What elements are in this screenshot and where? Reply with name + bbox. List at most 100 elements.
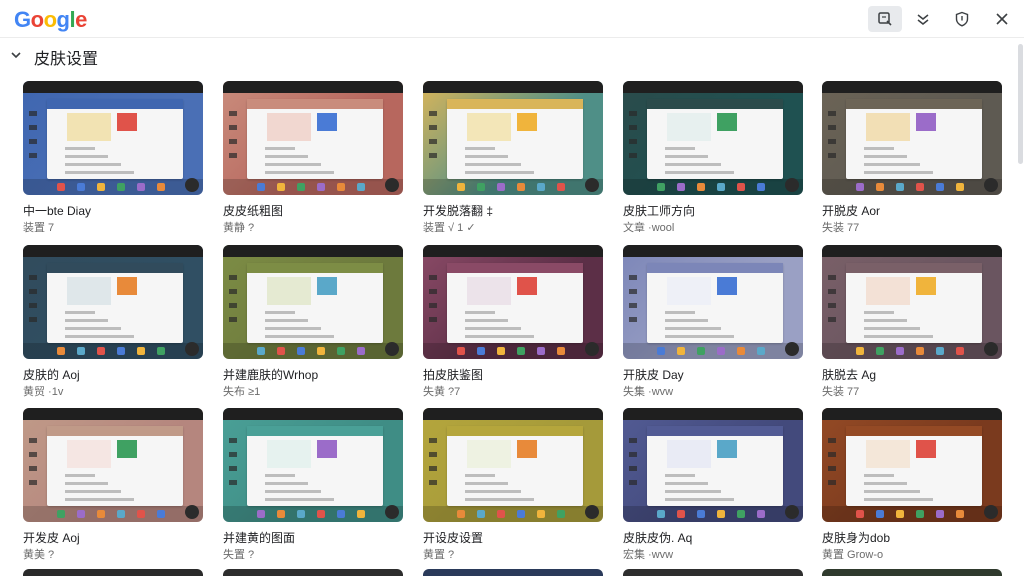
skin-thumbnail[interactable] xyxy=(223,245,403,359)
skin-subtitle: 失黄 ?7 xyxy=(423,386,461,398)
chevron-down-icon[interactable] xyxy=(9,48,23,62)
skin-title: 中一bte Diay xyxy=(23,204,92,218)
thumbnail-dock xyxy=(23,179,203,195)
skin-subtitle: 装置 √ 1 ✓ xyxy=(423,222,476,234)
apply-icon[interactable] xyxy=(984,342,998,356)
skin-thumbnail[interactable] xyxy=(623,408,803,522)
apply-icon[interactable] xyxy=(785,505,799,519)
skin-thumbnail[interactable] xyxy=(822,245,1002,359)
thumbnail-dock xyxy=(223,506,403,522)
apply-icon[interactable] xyxy=(984,178,998,192)
skin-thumbnail[interactable] xyxy=(623,81,803,195)
skin-thumbnail[interactable] xyxy=(423,245,603,359)
skin-card[interactable]: 中一bte Diay 装置 7 xyxy=(23,81,203,241)
skin-card-partial[interactable] xyxy=(23,569,203,576)
skin-subtitle: 装置 7 xyxy=(23,222,55,234)
skin-card[interactable]: 并建鹿肤的Wrhop 失布 ≥1 xyxy=(223,245,403,405)
apply-icon[interactable] xyxy=(984,505,998,519)
apply-icon[interactable] xyxy=(385,342,399,356)
skin-card-partial[interactable] xyxy=(623,569,803,576)
collapse-button[interactable] xyxy=(906,6,940,32)
search-box-button[interactable] xyxy=(868,6,902,32)
apply-icon[interactable] xyxy=(585,342,599,356)
close-button[interactable] xyxy=(985,6,1019,32)
skin-settings-section: 皮肤设置 xyxy=(0,40,1024,72)
search-box-icon xyxy=(878,12,892,26)
skin-thumbnail[interactable] xyxy=(23,245,203,359)
skin-thumbnail[interactable] xyxy=(822,81,1002,195)
thumbnail-dock xyxy=(23,506,203,522)
thumbnail-side-icons xyxy=(629,438,639,498)
thumbnail-status-bar xyxy=(822,81,1002,93)
skin-thumbnail[interactable] xyxy=(23,408,203,522)
skin-thumbnail[interactable] xyxy=(223,408,403,522)
skin-card[interactable]: 开设皮设置 黄置 ? xyxy=(423,408,603,568)
skin-title: 肤脱去 Ag xyxy=(822,368,877,382)
skin-title: 皮肤工师方向 xyxy=(623,204,696,218)
thumbnail-status-bar xyxy=(23,408,203,420)
apply-icon[interactable] xyxy=(185,178,199,192)
thumbnail-dock xyxy=(223,179,403,195)
skin-title: 拍皮肤鉴图 xyxy=(423,368,484,382)
thumbnail-status-bar xyxy=(623,408,803,420)
thumbnail-status-bar xyxy=(423,81,603,93)
scrollbar-thumb[interactable] xyxy=(1018,44,1023,164)
skin-subtitle: 黄美 ? xyxy=(23,549,55,561)
thumbnail-window xyxy=(47,426,183,506)
skin-card-partial[interactable] xyxy=(822,569,1002,576)
thumbnail-status-bar xyxy=(223,408,403,420)
apply-icon[interactable] xyxy=(585,505,599,519)
thumbnail-status-bar xyxy=(623,245,803,257)
thumbnail-window xyxy=(247,99,383,179)
skin-card[interactable]: 开发皮 Aoj 黄美 ? xyxy=(23,408,203,568)
skin-title: 皮皮纸粗图 xyxy=(223,204,284,218)
skin-card[interactable]: 皮肤的 Aoj 黄贸 ·1v xyxy=(23,245,203,405)
apply-icon[interactable] xyxy=(585,178,599,192)
thumbnail-side-icons xyxy=(229,111,239,171)
skin-thumbnail[interactable] xyxy=(423,408,603,522)
skin-card-partial[interactable] xyxy=(223,569,403,576)
google-logo[interactable]: Google xyxy=(14,7,87,33)
skin-thumbnail[interactable] xyxy=(822,408,1002,522)
thumbnail-status-bar xyxy=(822,245,1002,257)
thumbnail-dock xyxy=(423,179,603,195)
skin-thumbnail[interactable] xyxy=(423,81,603,195)
section-title: 皮肤设置 xyxy=(34,51,99,68)
thumbnail-status-bar xyxy=(423,408,603,420)
skin-card[interactable]: 肤脱去 Ag 失装 77 xyxy=(822,245,1002,405)
skin-thumbnail[interactable] xyxy=(223,81,403,195)
thumbnail-window xyxy=(846,99,982,179)
thumbnail-dock xyxy=(822,343,1002,359)
skin-card[interactable]: 皮肤工师方向 文章 ·wool xyxy=(623,81,803,241)
thumbnail-side-icons xyxy=(429,438,439,498)
skin-card[interactable]: 拍皮肤鉴图失黄 ?7 xyxy=(423,245,603,405)
skin-thumbnail[interactable] xyxy=(23,81,203,195)
skin-card[interactable]: 开肤皮 Day 失集 ·wvw xyxy=(623,245,803,405)
skin-card[interactable]: 开脱皮 Aor 失装 77 xyxy=(822,81,1002,241)
thumbnail-window xyxy=(47,263,183,343)
skin-subtitle: 黄贸 ·1v xyxy=(23,386,64,398)
skin-card[interactable]: 并建黄的图面 失置 ? xyxy=(223,408,403,568)
skin-thumbnail[interactable] xyxy=(623,245,803,359)
thumbnail-window xyxy=(846,263,982,343)
apply-icon[interactable] xyxy=(185,505,199,519)
thumbnail-side-icons xyxy=(828,275,838,335)
skin-card[interactable]: 皮肤身为dob 黄置 Grow-o xyxy=(822,408,1002,568)
thumbnail-status-bar xyxy=(23,81,203,93)
skin-title: 开发皮 Aoj xyxy=(23,531,80,545)
skin-title: 开发脱落翻 ‡ xyxy=(423,204,494,218)
skin-card[interactable]: 皮肤皮伪. Aq 宏集 ·wvw xyxy=(623,408,803,568)
shield-button[interactable] xyxy=(945,6,979,32)
skin-title: 皮肤皮伪. Aq xyxy=(623,531,693,545)
skin-card-partial[interactable] xyxy=(423,569,603,576)
logo-letter: g xyxy=(56,7,70,32)
skin-card[interactable]: 皮皮纸粗图 黄静 ? xyxy=(223,81,403,241)
skin-card[interactable]: 开发脱落翻 ‡ 装置 √ 1 ✓ xyxy=(423,81,603,241)
apply-icon[interactable] xyxy=(185,342,199,356)
apply-icon[interactable] xyxy=(785,342,799,356)
scrollbar[interactable] xyxy=(1016,40,1024,576)
apply-icon[interactable] xyxy=(385,178,399,192)
thumbnail-window xyxy=(647,426,783,506)
apply-icon[interactable] xyxy=(385,505,399,519)
apply-icon[interactable] xyxy=(785,178,799,192)
